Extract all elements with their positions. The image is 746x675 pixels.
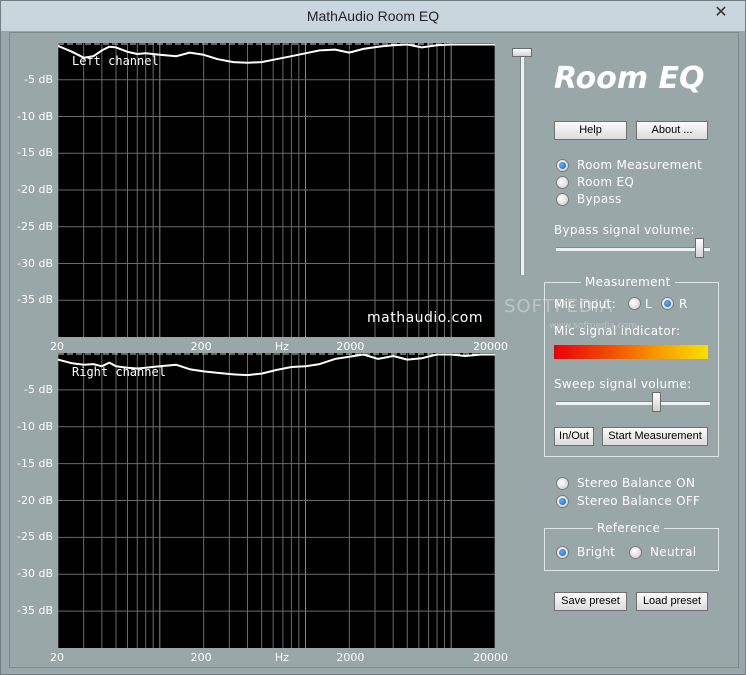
sweep-volume-label: Sweep signal volume: bbox=[554, 377, 692, 391]
y-tick-label: -10 dB bbox=[17, 109, 53, 123]
x-tick-label: 200 bbox=[190, 651, 212, 664]
in-out-button[interactable]: In/Out bbox=[554, 427, 594, 446]
start-measurement-button[interactable]: Start Measurement bbox=[602, 427, 708, 446]
reference-neutral-radio[interactable] bbox=[629, 546, 642, 559]
reference-group-title: Reference bbox=[593, 521, 665, 535]
x-tick-label: 2000 bbox=[336, 340, 365, 353]
channel-label: Left channel bbox=[72, 54, 159, 68]
y-tick-label: -15 dB bbox=[17, 146, 53, 160]
mic-input-left-label: L bbox=[645, 297, 652, 311]
stereo-balance-on-radio[interactable] bbox=[556, 477, 569, 490]
reference-bright-label: Bright bbox=[577, 545, 616, 559]
plot-svg bbox=[58, 353, 495, 648]
reference-neutral-label: Neutral bbox=[650, 545, 697, 559]
y-tick-label: -20 dB bbox=[17, 493, 53, 507]
bypass-radio[interactable] bbox=[556, 193, 569, 206]
bypass-volume-track[interactable] bbox=[556, 247, 710, 251]
x-tick-label: 20000 bbox=[473, 651, 508, 664]
mic-input-right-radio[interactable] bbox=[661, 297, 674, 310]
sweep-volume-track[interactable] bbox=[556, 401, 710, 405]
app-window: MathAudio Room EQ ✕ -5 dB -10 dB -15 dB -20… bbox=[0, 0, 746, 675]
y-tick-label: -30 dB bbox=[17, 256, 53, 270]
x-axis-label: Hz bbox=[274, 340, 289, 353]
stereo-balance-off-radio[interactable] bbox=[556, 495, 569, 508]
y-tick-label: -10 dB bbox=[17, 419, 53, 433]
room-measurement-label: Room Measurement bbox=[577, 158, 703, 172]
stereo-balance-off-label: Stereo Balance OFF bbox=[577, 494, 701, 508]
mic-signal-meter bbox=[554, 345, 708, 359]
y-tick-label: -25 dB bbox=[17, 530, 53, 544]
y-tick-label: -5 dB bbox=[24, 72, 53, 86]
load-preset-button[interactable]: Load preset bbox=[636, 592, 708, 611]
title-bar: MathAudio Room EQ ✕ bbox=[1, 1, 745, 31]
help-button[interactable]: Help bbox=[554, 121, 627, 140]
chart-watermark: mathaudio.com bbox=[367, 310, 483, 326]
room-eq-radio[interactable] bbox=[556, 176, 569, 189]
window-title: MathAudio Room EQ bbox=[306, 8, 440, 24]
x-tick-label: 2000 bbox=[336, 651, 365, 664]
channel-label: Right channel bbox=[72, 365, 166, 379]
close-button[interactable]: ✕ bbox=[701, 2, 741, 24]
y-tick-label: -20 dB bbox=[17, 183, 53, 196]
plot-area bbox=[58, 43, 495, 337]
y-tick-label: -5 dB bbox=[24, 382, 53, 396]
master-slider-track[interactable] bbox=[520, 49, 524, 275]
x-axis-label: Hz bbox=[274, 651, 289, 664]
reference-bright-radio[interactable] bbox=[556, 546, 569, 559]
bypass-volume-thumb[interactable] bbox=[695, 238, 705, 258]
mic-input-right-label: R bbox=[679, 297, 688, 311]
x-tick-label: 20 bbox=[50, 651, 64, 664]
softpedia-watermark: SOFTPEDIA bbox=[504, 296, 614, 317]
y-tick-label: -15 dB bbox=[17, 456, 53, 470]
x-tick-label: 200 bbox=[190, 340, 212, 353]
plot-svg bbox=[58, 43, 495, 337]
y-tick-label: -35 dB bbox=[17, 604, 53, 618]
bypass-volume-label: Bypass signal volume: bbox=[554, 223, 695, 237]
about-button[interactable]: About ... bbox=[636, 121, 708, 140]
y-tick-label: -25 dB bbox=[17, 219, 53, 233]
app-logo: Room EQ bbox=[554, 61, 705, 96]
y-tick-label: -35 dB bbox=[17, 293, 53, 307]
mic-input-left-radio[interactable] bbox=[628, 297, 641, 310]
room-eq-label: Room EQ bbox=[577, 175, 635, 189]
save-preset-button[interactable]: Save preset bbox=[554, 592, 627, 611]
master-slider-thumb[interactable] bbox=[512, 47, 532, 57]
plot-area bbox=[58, 353, 495, 648]
sweep-volume-thumb[interactable] bbox=[651, 392, 661, 412]
y-tick-label: -30 dB bbox=[17, 567, 53, 581]
bypass-label: Bypass bbox=[577, 192, 622, 206]
room-measurement-radio[interactable] bbox=[556, 159, 569, 172]
x-tick-label: 20 bbox=[50, 340, 64, 353]
x-tick-label: 20000 bbox=[473, 340, 508, 353]
softpedia-watermark-url: www.softpedia.com bbox=[549, 321, 637, 331]
stereo-balance-on-label: Stereo Balance ON bbox=[577, 476, 696, 490]
measurement-group-title: Measurement bbox=[581, 275, 675, 289]
